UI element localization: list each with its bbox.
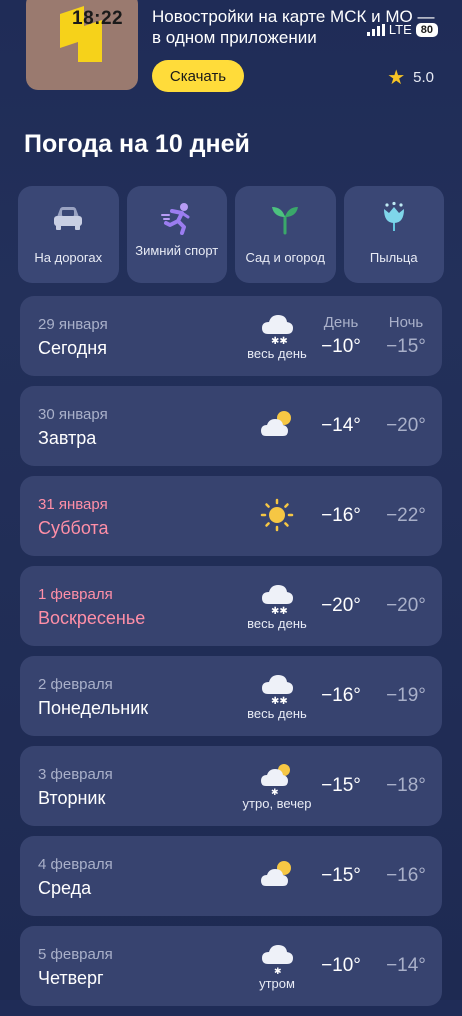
- forecast-day[interactable]: 3 февраля Вторник ✱ утро, вечер −15° −18…: [20, 746, 442, 826]
- day-name: Среда: [38, 878, 92, 898]
- signal-icon: [366, 23, 385, 36]
- category-tiles: На дорогах Зимний спорт Сад и огород Пыл…: [18, 186, 444, 283]
- svg-text:✱: ✱: [274, 967, 282, 976]
- forecast-day[interactable]: 31 января Суббота −16° −22°: [20, 476, 442, 556]
- day-name: Воскресенье: [38, 608, 146, 628]
- day-date: 3 февраля: [38, 766, 113, 783]
- svg-text:✱: ✱: [271, 788, 279, 796]
- app-rating: ★ 5.0: [387, 65, 434, 90]
- tile-label: Пыльца: [369, 250, 418, 265]
- day-temp: −16°: [321, 685, 361, 706]
- sun-icon: [246, 490, 308, 544]
- precip-note: весь день: [247, 706, 307, 721]
- night-temp: −18°: [386, 775, 426, 796]
- network-type: LTE: [388, 22, 412, 37]
- tile-roads[interactable]: На дорогах: [18, 186, 119, 283]
- tile-label: Зимний спорт: [135, 243, 219, 258]
- forecast-day[interactable]: 29 января Сегодня День Ночь ✱✱ весь день…: [20, 296, 442, 376]
- night-column-header: Ночь: [388, 314, 424, 331]
- svg-text:✱✱: ✱✱: [271, 696, 288, 706]
- tile-winter-sport[interactable]: Зимний спорт: [126, 186, 227, 283]
- forecast-list: 29 января Сегодня День Ночь ✱✱ весь день…: [20, 296, 442, 1016]
- night-temp: −20°: [386, 595, 426, 616]
- day-column-header: День: [323, 314, 359, 331]
- day-date: 31 января: [38, 496, 108, 513]
- forecast-day[interactable]: 1 февраля Воскресенье ✱✱ весь день −20° …: [20, 566, 442, 646]
- day-name: Завтра: [38, 428, 97, 448]
- day-name: Четверг: [38, 968, 104, 988]
- day-date: 2 февраля: [38, 676, 113, 693]
- tile-pollen[interactable]: Пыльца: [343, 186, 444, 283]
- precip-note: утром: [259, 976, 295, 991]
- runner-icon: [160, 200, 194, 236]
- svg-text:✱✱: ✱✱: [271, 336, 288, 346]
- ad-banner[interactable]: 18:22 Новостройки на карте МСК и МО — в …: [0, 0, 462, 105]
- page-title: Погода на 10 дней: [24, 130, 250, 158]
- svg-text:✱✱: ✱✱: [271, 606, 288, 616]
- day-name: Понедельник: [38, 698, 149, 718]
- partly-cloudy-icon: [246, 850, 308, 904]
- night-temp: −15°: [386, 336, 426, 357]
- day-temp: −15°: [321, 775, 361, 796]
- battery-icon: 80: [415, 22, 438, 37]
- day-date: 29 января: [38, 316, 108, 333]
- night-temp: −22°: [386, 505, 426, 526]
- day-temp: −10°: [321, 955, 361, 976]
- tile-label: На дорогах: [34, 250, 103, 265]
- tile-label: Сад и огород: [245, 250, 325, 265]
- day-date: 1 февраля: [38, 586, 113, 603]
- night-temp: −16°: [386, 865, 426, 886]
- app-icon[interactable]: 18:22: [26, 0, 138, 90]
- forecast-day[interactable]: 30 января Завтра −14° −20°: [20, 386, 442, 466]
- partly-cloudy-icon: [246, 400, 308, 454]
- night-temp: −20°: [386, 415, 426, 436]
- day-date: 4 февраля: [38, 856, 113, 873]
- car-icon: [51, 200, 85, 236]
- status-indicators: LTE 80: [366, 22, 438, 37]
- day-temp: −10°: [321, 336, 361, 357]
- tile-garden[interactable]: Сад и огород: [235, 186, 336, 283]
- forecast-day[interactable]: 5 февраля Четверг ✱ утром −10° −14°: [20, 926, 442, 1006]
- day-temp: −20°: [321, 595, 361, 616]
- night-temp: −14°: [386, 955, 426, 976]
- status-time: 18:22: [72, 8, 124, 29]
- sprout-icon: [268, 200, 302, 236]
- precip-note: утро, вечер: [242, 796, 312, 811]
- day-name: Суббота: [38, 518, 109, 538]
- flower-icon: [377, 200, 411, 236]
- download-button[interactable]: Скачать: [152, 60, 244, 92]
- day-date: 30 января: [38, 406, 108, 423]
- day-name: Сегодня: [38, 338, 107, 358]
- forecast-day[interactable]: 2 февраля Понедельник ✱✱ весь день −16° …: [20, 656, 442, 736]
- day-temp: −16°: [321, 505, 361, 526]
- precip-note: весь день: [247, 346, 307, 361]
- day-temp: −14°: [321, 415, 361, 436]
- precip-note: весь день: [247, 616, 307, 631]
- day-temp: −15°: [321, 865, 361, 886]
- day-name: Вторник: [38, 788, 106, 808]
- night-temp: −19°: [386, 685, 426, 706]
- day-date: 5 февраля: [38, 946, 113, 963]
- forecast-day[interactable]: 4 февраля Среда −15° −16°: [20, 836, 442, 916]
- star-icon: ★: [387, 67, 406, 89]
- rating-value: 5.0: [413, 69, 434, 86]
